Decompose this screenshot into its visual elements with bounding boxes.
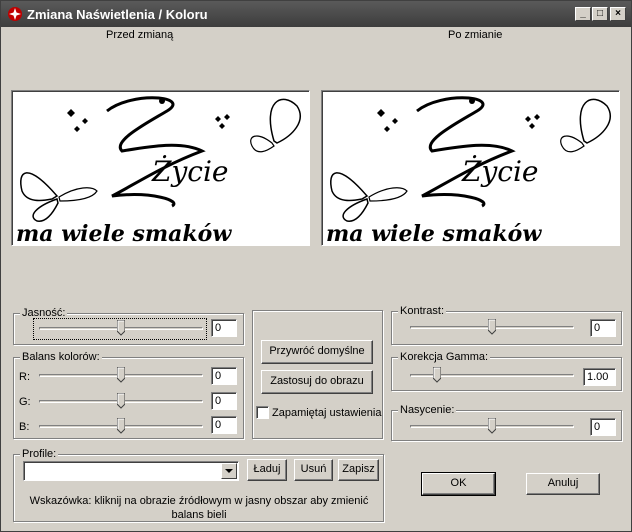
red-label: R: bbox=[19, 371, 30, 383]
gamma-value[interactable]: 1.00 bbox=[583, 368, 616, 386]
save-profile-button[interactable]: Zapisz bbox=[338, 459, 379, 481]
app-icon bbox=[8, 7, 22, 21]
green-slider[interactable] bbox=[39, 393, 203, 409]
minimize-button[interactable]: _ bbox=[575, 7, 591, 21]
blue-label: B: bbox=[19, 421, 30, 433]
apply-to-image-button[interactable]: Zastosuj do obrazu bbox=[261, 370, 373, 394]
butterfly-left bbox=[20, 172, 98, 222]
gamma-title: Korekcja Gamma: bbox=[398, 351, 491, 363]
before-label: Przed zmianą bbox=[106, 29, 174, 41]
gamma-slider[interactable] bbox=[410, 367, 574, 383]
result-image: Życie ma wiele smaków bbox=[321, 90, 620, 246]
red-slider-thumb[interactable] bbox=[117, 367, 125, 383]
result-artwork: Życie ma wiele smaków bbox=[326, 96, 611, 245]
after-label: Po zmianie bbox=[448, 29, 503, 41]
saturation-title: Nasycenie: bbox=[398, 404, 457, 416]
profile-dropdown-button[interactable] bbox=[221, 463, 237, 479]
image-text-line1: Życie bbox=[151, 155, 228, 188]
blue-value[interactable]: 0 bbox=[211, 416, 237, 434]
result-text-line1: Życie bbox=[461, 155, 538, 188]
load-profile-button[interactable]: Ładuj bbox=[247, 459, 287, 481]
ok-button[interactable]: OK bbox=[421, 472, 496, 496]
profile-title: Profile: bbox=[20, 448, 59, 460]
contrast-value[interactable]: 0 bbox=[590, 319, 616, 337]
restore-defaults-button[interactable]: Przywróć domyślne bbox=[261, 340, 373, 364]
saturation-slider[interactable] bbox=[410, 418, 574, 434]
source-image[interactable]: Życie ma wiele smaków bbox=[11, 90, 310, 246]
saturation-value[interactable]: 0 bbox=[590, 418, 616, 436]
blue-slider[interactable] bbox=[39, 418, 203, 434]
source-artwork: Życie ma wiele smaków bbox=[16, 96, 301, 245]
result-butterfly-right bbox=[560, 98, 611, 153]
title-bar[interactable]: Zmiana Naświetlenia / Koloru _ □ × bbox=[1, 1, 631, 27]
brightness-slider-thumb[interactable] bbox=[117, 320, 125, 336]
contrast-title: Kontrast: bbox=[398, 305, 447, 317]
result-text-line2: ma wiele smaków bbox=[326, 221, 542, 245]
red-slider[interactable] bbox=[39, 367, 203, 383]
brightness-value[interactable]: 0 bbox=[211, 319, 237, 337]
delete-profile-button[interactable]: Usuń bbox=[294, 459, 333, 481]
blue-slider-thumb[interactable] bbox=[117, 418, 125, 434]
hint-line2: balans bieli bbox=[171, 509, 227, 521]
green-value[interactable]: 0 bbox=[211, 392, 237, 410]
saturation-slider-thumb[interactable] bbox=[488, 418, 496, 434]
hint-text: Wskazówka: kliknij na obrazie źródłowym … bbox=[17, 494, 381, 522]
result-butterfly-left bbox=[330, 172, 408, 222]
color-balance-title: Balans kolorów: bbox=[20, 351, 102, 363]
butterfly-right bbox=[250, 98, 301, 153]
chevron-down-icon bbox=[225, 469, 233, 473]
green-label: G: bbox=[19, 396, 31, 408]
remember-settings-checkbox[interactable] bbox=[256, 406, 269, 419]
adjust-color-dialog: Zmiana Naświetlenia / Koloru _ □ × Przed… bbox=[0, 0, 632, 532]
profile-select[interactable] bbox=[23, 461, 239, 481]
image-text-line2: ma wiele smaków bbox=[16, 221, 232, 245]
brightness-slider[interactable] bbox=[39, 320, 203, 336]
remember-settings-label[interactable]: Zapamiętaj ustawienia bbox=[272, 407, 381, 419]
maximize-button[interactable]: □ bbox=[592, 7, 608, 21]
cancel-button[interactable]: Anuluj bbox=[526, 473, 600, 495]
close-button[interactable]: × bbox=[610, 7, 626, 21]
hint-line1: Wskazówka: kliknij na obrazie źródłowym … bbox=[29, 495, 369, 507]
contrast-slider[interactable] bbox=[410, 319, 574, 335]
contrast-slider-thumb[interactable] bbox=[488, 319, 496, 335]
window-title: Zmiana Naświetlenia / Koloru bbox=[27, 7, 208, 22]
red-value[interactable]: 0 bbox=[211, 367, 237, 385]
green-slider-thumb[interactable] bbox=[117, 393, 125, 409]
gamma-slider-thumb[interactable] bbox=[433, 367, 441, 383]
